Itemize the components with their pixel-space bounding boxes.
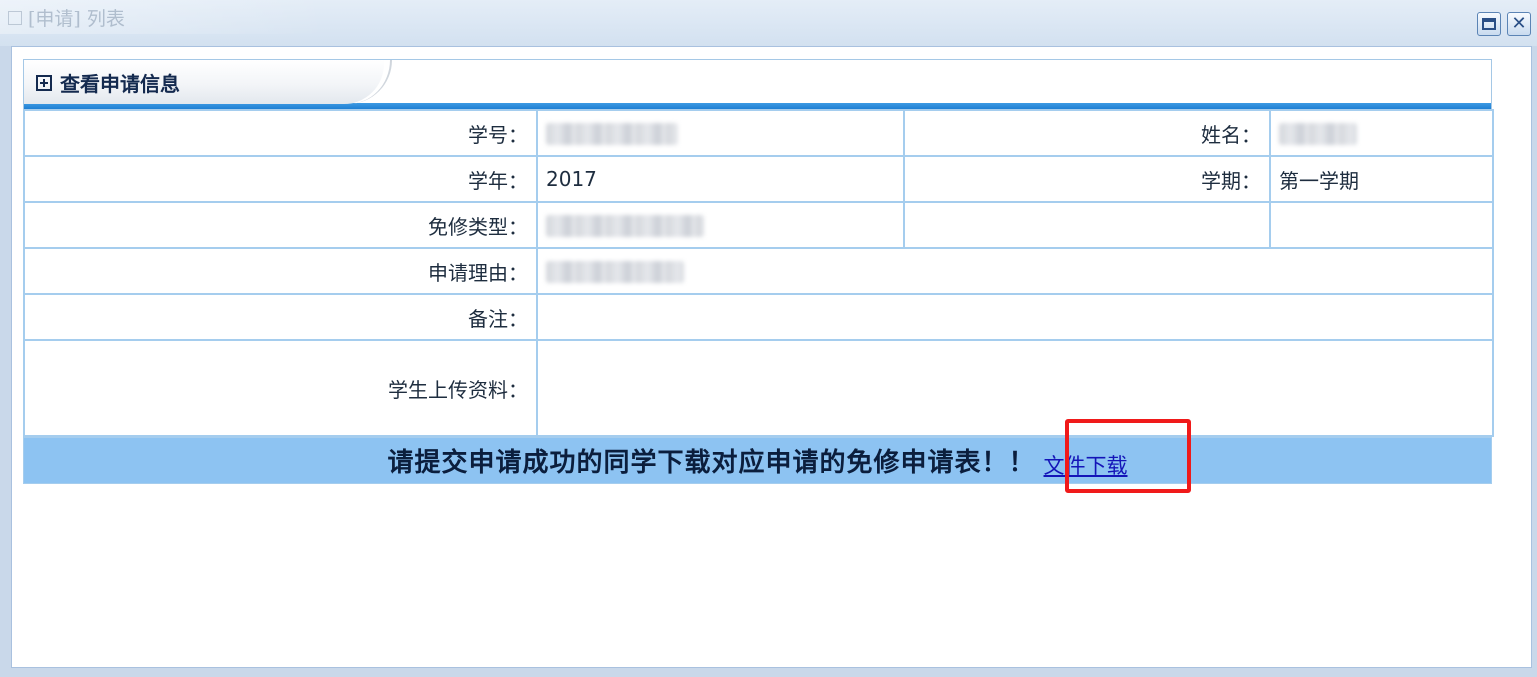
annotation-highlight-box bbox=[1065, 419, 1191, 493]
panel-title[interactable]: 查看申请信息 bbox=[36, 68, 180, 97]
download-notice-bar: 请提交申请成功的同学下载对应申请的免修申请表！！ 文件下载 bbox=[23, 437, 1492, 484]
redacted-student-id bbox=[546, 123, 678, 146]
maximize-icon bbox=[1482, 18, 1496, 30]
redacted-exemption-type bbox=[546, 215, 704, 238]
remark-label: 备注： bbox=[23, 293, 538, 341]
year-label: 学年： bbox=[23, 155, 538, 203]
application-info-table: 学号： 姓名： 学年： 2017 学期： 第一学期 免修类型： 申请理由： 备注… bbox=[23, 109, 1494, 437]
redacted-name bbox=[1279, 123, 1357, 146]
content-area: 查看申请信息 学号： 姓名： 学年： 2017 学期： 第一学期 免修类型： 申… bbox=[11, 46, 1532, 668]
window-title-text: [申请] 列表 bbox=[28, 8, 125, 30]
empty-cell bbox=[1269, 201, 1494, 249]
window-titlebar: [申请] 列表 ✕ bbox=[0, 0, 1537, 46]
close-icon: ✕ bbox=[1511, 13, 1527, 34]
redacted-reason bbox=[546, 261, 684, 284]
table-row: 学年： 2017 学期： 第一学期 bbox=[23, 155, 1494, 203]
table-row: 免修类型： bbox=[23, 201, 1494, 249]
window-icon bbox=[8, 10, 22, 25]
term-value: 第一学期 bbox=[1269, 155, 1494, 203]
empty-cell bbox=[903, 201, 1271, 249]
notice-text: 请提交申请成功的同学下载对应申请的免修申请表！！ bbox=[387, 448, 1036, 478]
student-id-value bbox=[536, 109, 905, 157]
upload-label: 学生上传资料： bbox=[23, 339, 538, 437]
table-row: 备注： bbox=[23, 293, 1494, 341]
student-id-label: 学号： bbox=[23, 109, 538, 157]
reason-value bbox=[536, 247, 1494, 295]
table-row: 学生上传资料： bbox=[23, 339, 1494, 437]
upload-value bbox=[536, 339, 1494, 437]
close-button[interactable]: ✕ bbox=[1507, 12, 1531, 36]
term-label: 学期： bbox=[903, 155, 1271, 203]
exemption-type-value bbox=[536, 201, 905, 249]
name-label: 姓名： bbox=[903, 109, 1271, 157]
expand-plus-icon[interactable] bbox=[36, 74, 52, 91]
year-value: 2017 bbox=[536, 155, 905, 203]
remark-value bbox=[536, 293, 1494, 341]
table-row: 申请理由： bbox=[23, 247, 1494, 295]
panel-tab-curve bbox=[342, 60, 392, 104]
window-title: [申请] 列表 bbox=[8, 4, 125, 31]
exemption-type-label: 免修类型： bbox=[23, 201, 538, 249]
reason-label: 申请理由： bbox=[23, 247, 538, 295]
name-value bbox=[1269, 109, 1494, 157]
maximize-button[interactable] bbox=[1477, 12, 1501, 36]
table-row: 学号： 姓名： bbox=[23, 109, 1494, 157]
application-info-panel: 查看申请信息 学号： 姓名： 学年： 2017 学期： 第一学期 免修类型： 申… bbox=[23, 59, 1494, 484]
panel-title-text: 查看申请信息 bbox=[60, 72, 180, 96]
panel-header: 查看申请信息 bbox=[23, 59, 1492, 104]
